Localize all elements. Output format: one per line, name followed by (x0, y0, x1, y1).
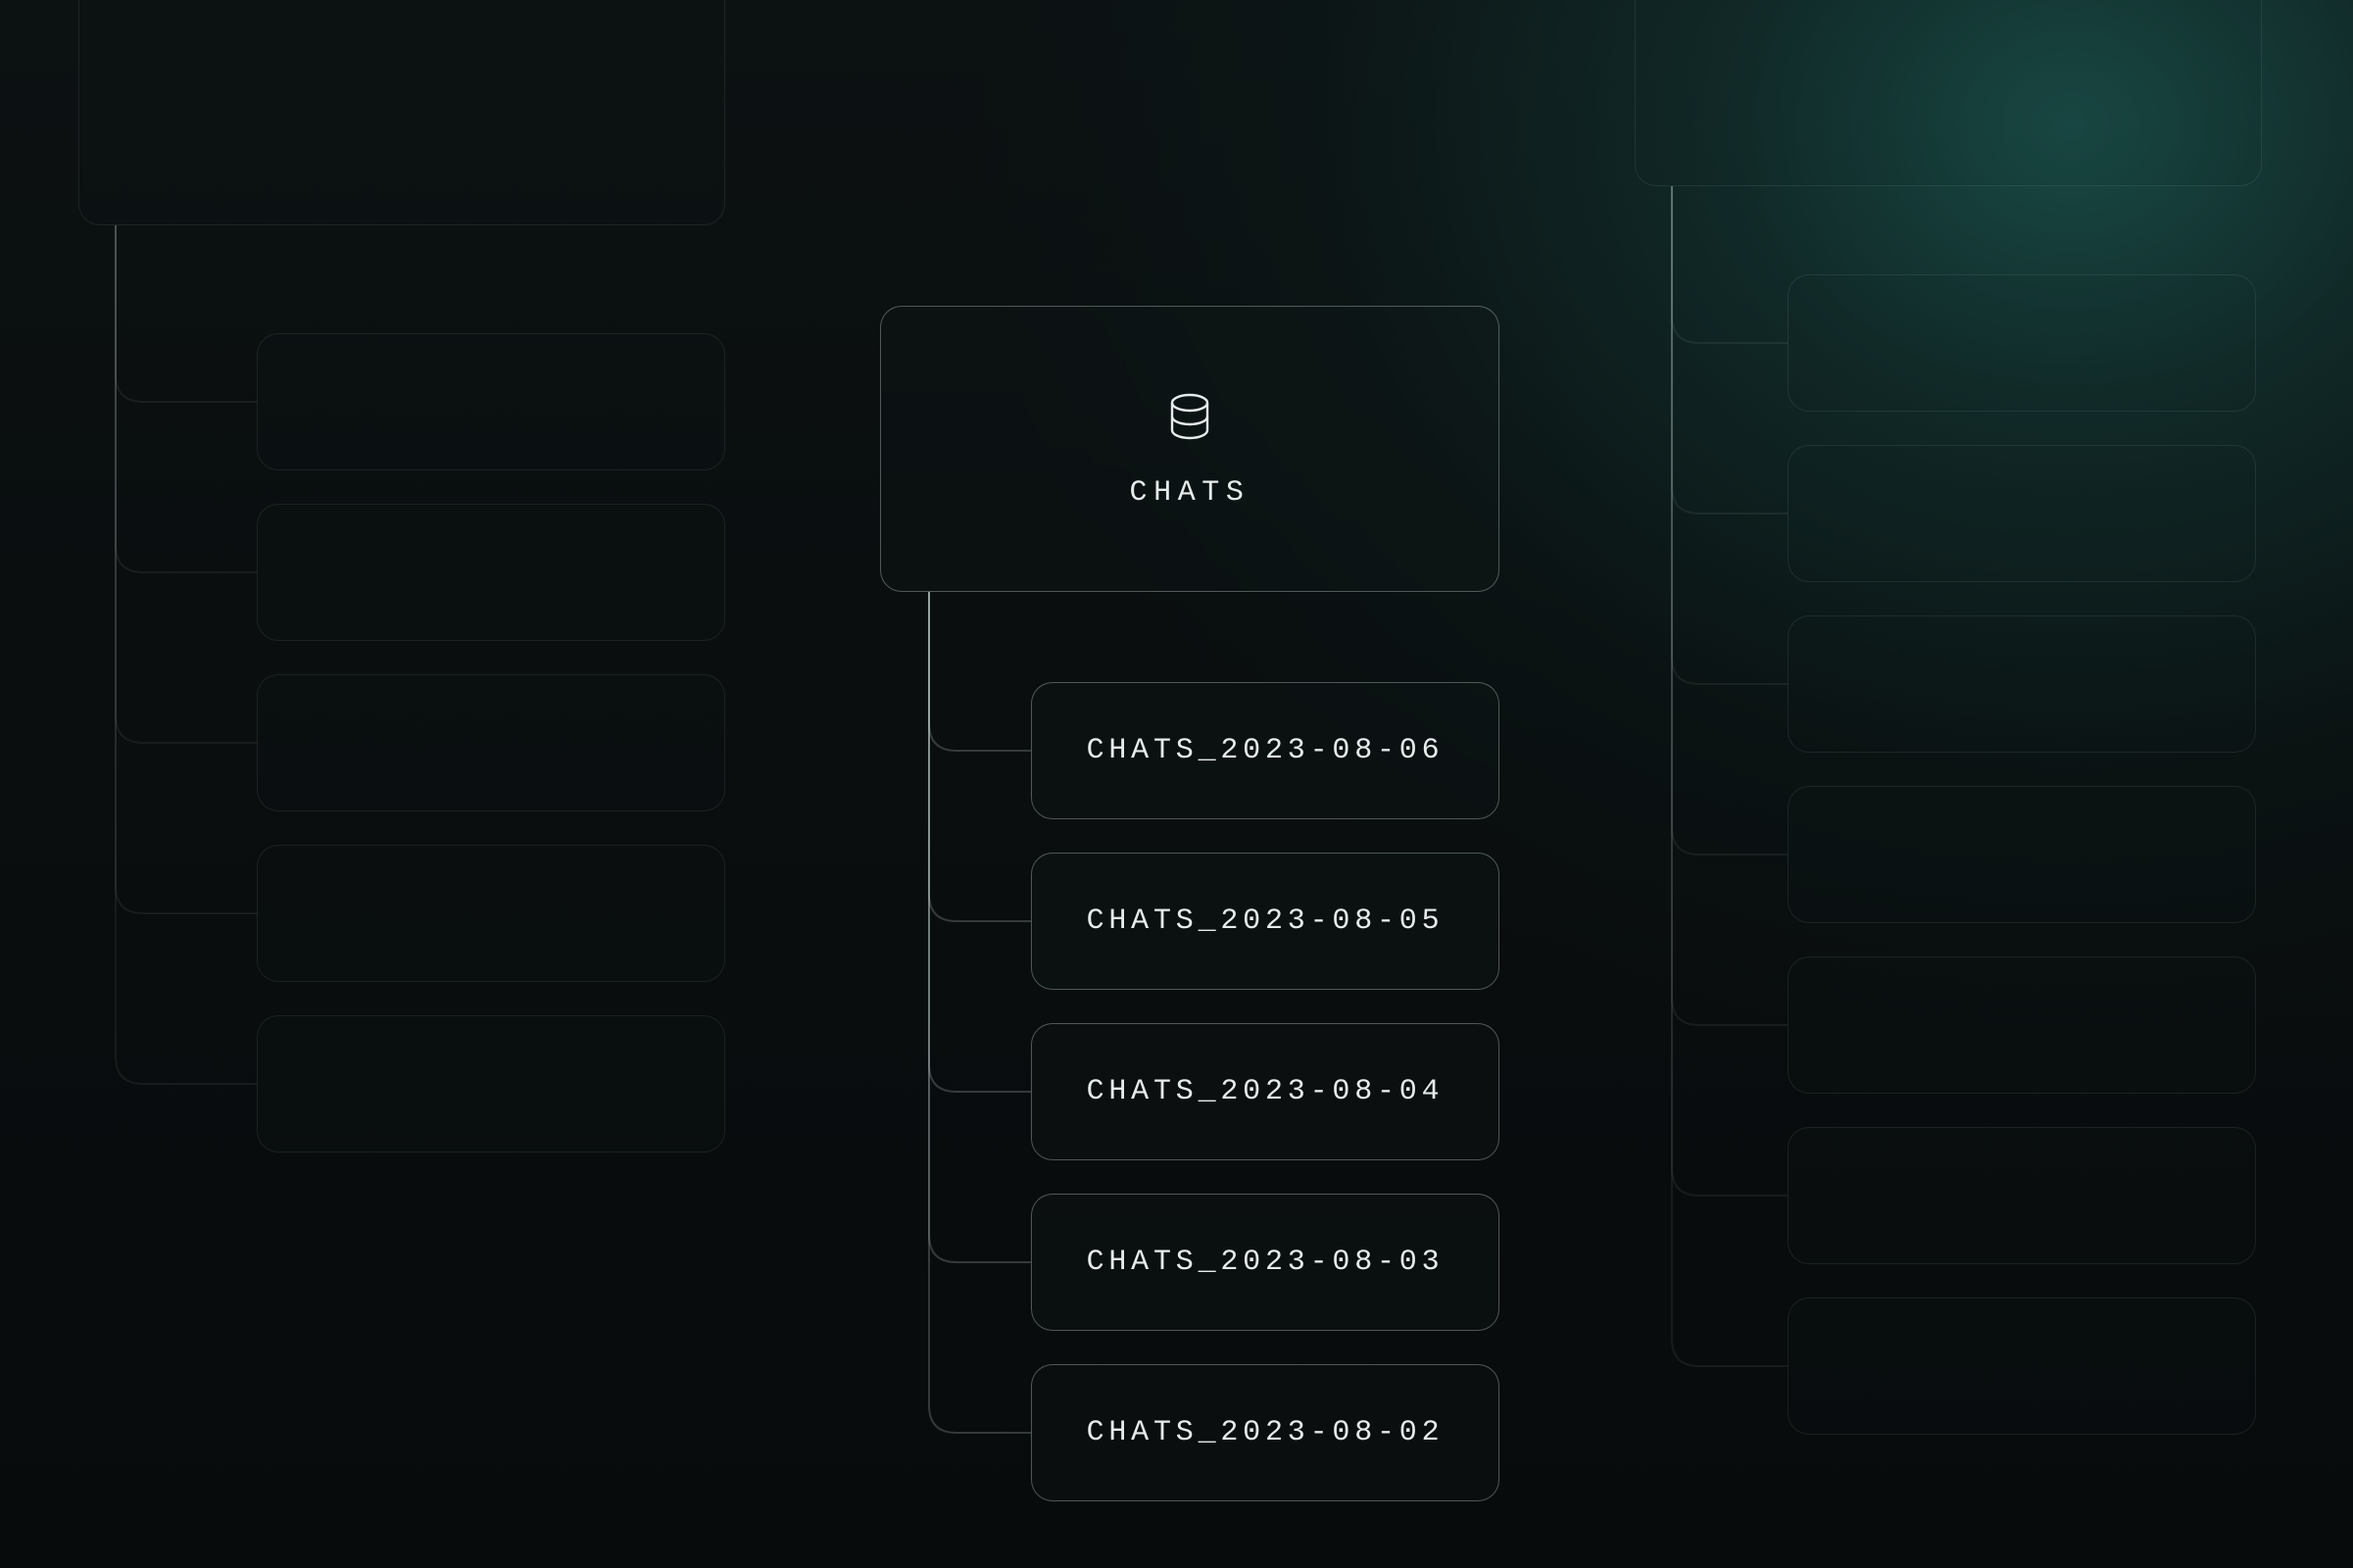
ghost-child-right-5 (1788, 1127, 2256, 1264)
child-node-label: CHATS_2023-08-03 (1087, 1246, 1445, 1279)
ghost-child-right-1 (1788, 445, 2256, 582)
ghost-child-right-6 (1788, 1298, 2256, 1435)
ghost-child-right-2 (1788, 615, 2256, 753)
database-icon (1162, 389, 1217, 449)
ghost-child-right-0 (1788, 274, 2256, 412)
ghost-child-right-4 (1788, 956, 2256, 1094)
child-node-label: CHATS_2023-08-04 (1087, 1075, 1445, 1108)
ghost-child-left-4 (257, 1015, 725, 1152)
parent-node-chats[interactable]: CHATS (880, 306, 1499, 592)
parent-node-label: CHATS (1129, 476, 1250, 510)
ghost-child-left-1 (257, 504, 725, 641)
ghost-child-left-0 (257, 333, 725, 470)
child-node-label: CHATS_2023-08-05 (1087, 905, 1445, 938)
child-node-label: CHATS_2023-08-06 (1087, 734, 1445, 767)
ghost-child-left-3 (257, 845, 725, 982)
ghost-parent-left (78, 0, 725, 225)
child-node-2[interactable]: CHATS_2023-08-04 (1031, 1023, 1499, 1160)
child-node-3[interactable]: CHATS_2023-08-03 (1031, 1194, 1499, 1331)
ghost-parent-right (1635, 0, 2262, 186)
child-node-label: CHATS_2023-08-02 (1087, 1416, 1445, 1449)
child-node-4[interactable]: CHATS_2023-08-02 (1031, 1364, 1499, 1501)
ghost-child-right-3 (1788, 786, 2256, 923)
child-node-0[interactable]: CHATS_2023-08-06 (1031, 682, 1499, 819)
ghost-child-left-2 (257, 674, 725, 811)
child-node-1[interactable]: CHATS_2023-08-05 (1031, 853, 1499, 990)
